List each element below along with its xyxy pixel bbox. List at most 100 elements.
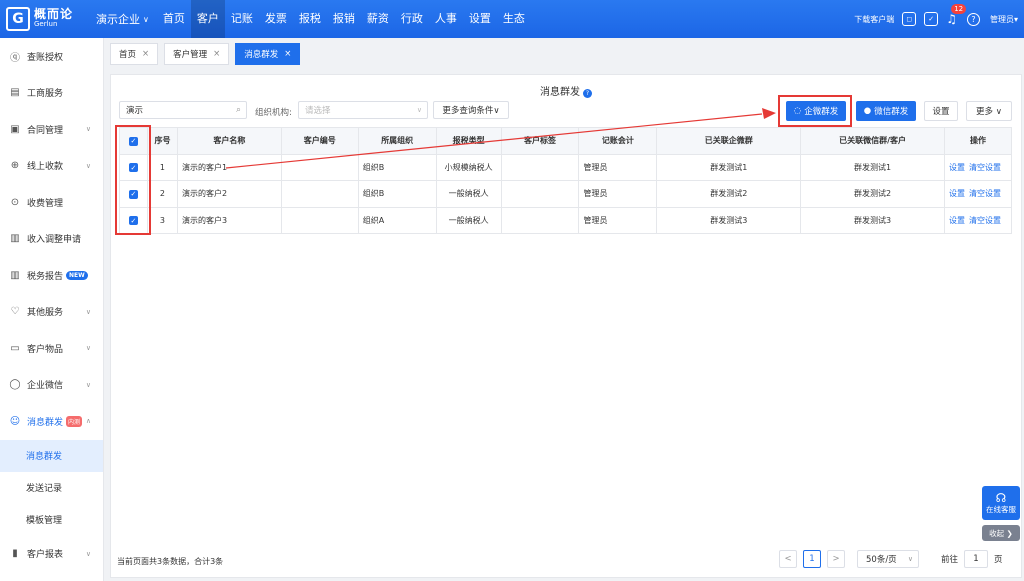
chevron-down-icon: ∨ bbox=[85, 307, 91, 316]
row-settings-link[interactable]: 设置 bbox=[949, 163, 965, 172]
row-clear-settings-link[interactable]: 清空设置 bbox=[969, 163, 1001, 172]
cell-code bbox=[280, 206, 359, 234]
cell-org: 组织B bbox=[357, 180, 437, 208]
chevron-down-icon: ∨ bbox=[85, 125, 91, 134]
sidebar-subitem-templates[interactable]: 模板管理 bbox=[0, 504, 103, 536]
sidebar-item[interactable]: ⊙ 收费管理 bbox=[0, 184, 103, 221]
row-clear-settings-link[interactable]: 清空设置 bbox=[969, 216, 1001, 225]
nav-item[interactable]: 设置 bbox=[463, 0, 497, 38]
sidebar-item[interactable]: ▤ 工商服务 bbox=[0, 75, 103, 112]
sidebar-item-label: 合同管理 bbox=[27, 125, 64, 136]
row-clear-settings-link[interactable]: 清空设置 bbox=[969, 189, 1001, 198]
nav-item[interactable]: 首页 bbox=[157, 0, 191, 38]
nav-item[interactable]: 报销 bbox=[327, 0, 361, 38]
clipboard-icon[interactable]: ✓ bbox=[924, 12, 939, 26]
col-header: 报税类型 bbox=[435, 127, 502, 155]
cell-tag bbox=[500, 206, 580, 234]
sidebar-item[interactable]: ⊕ 线上收款 ∨ bbox=[0, 148, 103, 185]
search-value: 演示 bbox=[126, 106, 144, 116]
close-icon[interactable]: × bbox=[213, 49, 220, 59]
settings-button[interactable]: 设置 bbox=[924, 101, 958, 121]
bell-icon[interactable]: ♫ 12 bbox=[946, 4, 967, 26]
online-service-button[interactable]: ☊ 在线客服 bbox=[982, 486, 1020, 520]
help-icon[interactable]: ? bbox=[583, 89, 592, 98]
row-settings-link[interactable]: 设置 bbox=[949, 216, 965, 225]
col-header: 客户标签 bbox=[500, 127, 580, 155]
col-header: 所属组织 bbox=[357, 127, 437, 155]
close-icon[interactable]: × bbox=[142, 49, 149, 59]
table-row[interactable]: ✓ 1 演示的客户1 组织B 小规模纳税人 管理员 群发测试1 群发测试1 设置… bbox=[119, 153, 1012, 181]
nav-item[interactable]: 发票 bbox=[259, 0, 293, 38]
sidebar-item-mass-message[interactable]: ☺ 消息群发 内测 ∧ bbox=[0, 403, 103, 440]
tab-mass-message[interactable]: 消息群发 × bbox=[235, 43, 301, 65]
row-settings-link[interactable]: 设置 bbox=[949, 189, 965, 198]
doc-icon: ▥ bbox=[10, 233, 20, 245]
highlight-box-wecom bbox=[778, 95, 852, 127]
sidebar-item-customer-reports[interactable]: ▮ 客户报表 ∨ bbox=[0, 536, 103, 573]
main-nav: 首页 客户 记账 发票 报税 报销 薪资 行政 人事 设置 生态 bbox=[157, 0, 531, 38]
nav-item[interactable]: 生态 bbox=[497, 0, 531, 38]
nav-item[interactable]: 薪资 bbox=[361, 0, 395, 38]
page-tabs: 首页 × 客户管理 × 消息群发 × bbox=[104, 38, 1024, 70]
page-size-select[interactable]: 50条/页 ∨ bbox=[857, 550, 919, 568]
nav-item[interactable]: 记账 bbox=[225, 0, 259, 38]
cell-name: 演示的客户2 bbox=[176, 180, 282, 208]
id-card-icon: ▤ bbox=[10, 87, 20, 99]
company-name: 演示企业 bbox=[96, 13, 140, 26]
col-header: 已关联微信群/客户 bbox=[800, 127, 945, 155]
org-label: 组织机构: bbox=[255, 108, 292, 118]
search-input[interactable]: 演示 ⌕ bbox=[119, 101, 247, 119]
nav-item[interactable]: 报税 bbox=[293, 0, 327, 38]
goto-page-input[interactable]: 1 bbox=[964, 550, 989, 568]
more-button[interactable]: 更多 ∨ bbox=[966, 101, 1012, 121]
more-query-button[interactable]: 更多查询条件∨ bbox=[433, 101, 509, 119]
nav-item[interactable]: 行政 bbox=[395, 0, 429, 38]
next-page-button[interactable]: > bbox=[827, 550, 845, 568]
tab-home[interactable]: 首页 × bbox=[110, 43, 159, 65]
scan-icon[interactable]: ◻ bbox=[902, 12, 917, 26]
wechat-broadcast-button[interactable]: ● 微信群发 bbox=[856, 101, 916, 121]
new-badge: NEW bbox=[66, 270, 88, 280]
pagination: < 1 > 50条/页 ∨ 前往 1 页 bbox=[779, 550, 1003, 568]
tab-customer-management[interactable]: 客户管理 × bbox=[164, 43, 230, 65]
table-row[interactable]: ✓ 3 演示的客户3 组织A 一般纳税人 管理员 群发测试3 群发测试3 设置清… bbox=[119, 206, 1012, 234]
sidebar-item[interactable]: ▥ 收入调整申请 bbox=[0, 221, 103, 258]
table-row[interactable]: ✓ 2 演示的客户2 组织B 一般纳税人 管理员 群发测试2 群发测试2 设置清… bbox=[119, 180, 1012, 208]
user-menu[interactable]: 管理员▾ bbox=[990, 14, 1018, 25]
sidebar-item[interactable]: ♡ 其他服务 ∨ bbox=[0, 294, 103, 331]
sidebar-subitem-send-records[interactable]: 发送记录 bbox=[0, 472, 103, 504]
search-icon[interactable]: ⌕ bbox=[236, 105, 241, 115]
sidebar-item-label: 工商服务 bbox=[27, 89, 64, 100]
col-header: 记账会计 bbox=[578, 127, 658, 155]
wechat-broadcast-label: 微信群发 bbox=[874, 107, 909, 117]
chevron-up-icon: ∧ bbox=[85, 417, 91, 426]
cell-wechat-group: 群发测试3 bbox=[800, 206, 945, 234]
cell-code bbox=[280, 180, 359, 208]
sidebar-item[interactable]: ◯ 企业微信 ∨ bbox=[0, 367, 103, 404]
goto-unit: 页 bbox=[994, 555, 1003, 565]
help-icon[interactable]: ? bbox=[966, 12, 980, 26]
logo[interactable]: G 概而论 Gerlun bbox=[0, 0, 92, 38]
collapse-button[interactable]: 收起 ❯ bbox=[982, 525, 1020, 541]
sidebar-item[interactable]: ▭ 客户物品 ∨ bbox=[0, 330, 103, 367]
sidebar-item-label: 线上收款 bbox=[27, 162, 64, 173]
tab-label: 首页 bbox=[119, 50, 137, 60]
sidebar-item[interactable]: ▣ 合同管理 ∨ bbox=[0, 111, 103, 148]
cell-no: 1 bbox=[146, 153, 178, 181]
page-number-button[interactable]: 1 bbox=[803, 550, 821, 568]
chevron-down-icon: ∨ bbox=[85, 380, 91, 389]
close-icon[interactable]: × bbox=[284, 49, 291, 59]
sidebar-subitem-mass-message[interactable]: 消息群发 bbox=[0, 439, 103, 472]
nav-item-active[interactable]: 客户 bbox=[190, 0, 225, 38]
tab-label: 消息群发 bbox=[244, 50, 279, 60]
prev-page-button[interactable]: < bbox=[779, 550, 797, 568]
download-client-link[interactable]: 下载客户端 bbox=[854, 14, 894, 25]
cell-wecom-group: 群发测试2 bbox=[656, 180, 802, 208]
company-switcher[interactable]: 演示企业 ∨ bbox=[96, 11, 149, 27]
sidebar-item[interactable]: ⓠ 查账授权 bbox=[0, 38, 103, 75]
org-select[interactable]: 请选择 ∨ bbox=[298, 101, 428, 119]
sidebar-item[interactable]: ▥ 税务报告 NEW bbox=[0, 257, 103, 294]
nav-item[interactable]: 人事 bbox=[429, 0, 463, 38]
sidebar-item-label: 消息群发 bbox=[27, 417, 64, 428]
chevron-down-icon: ∨ bbox=[416, 106, 422, 114]
